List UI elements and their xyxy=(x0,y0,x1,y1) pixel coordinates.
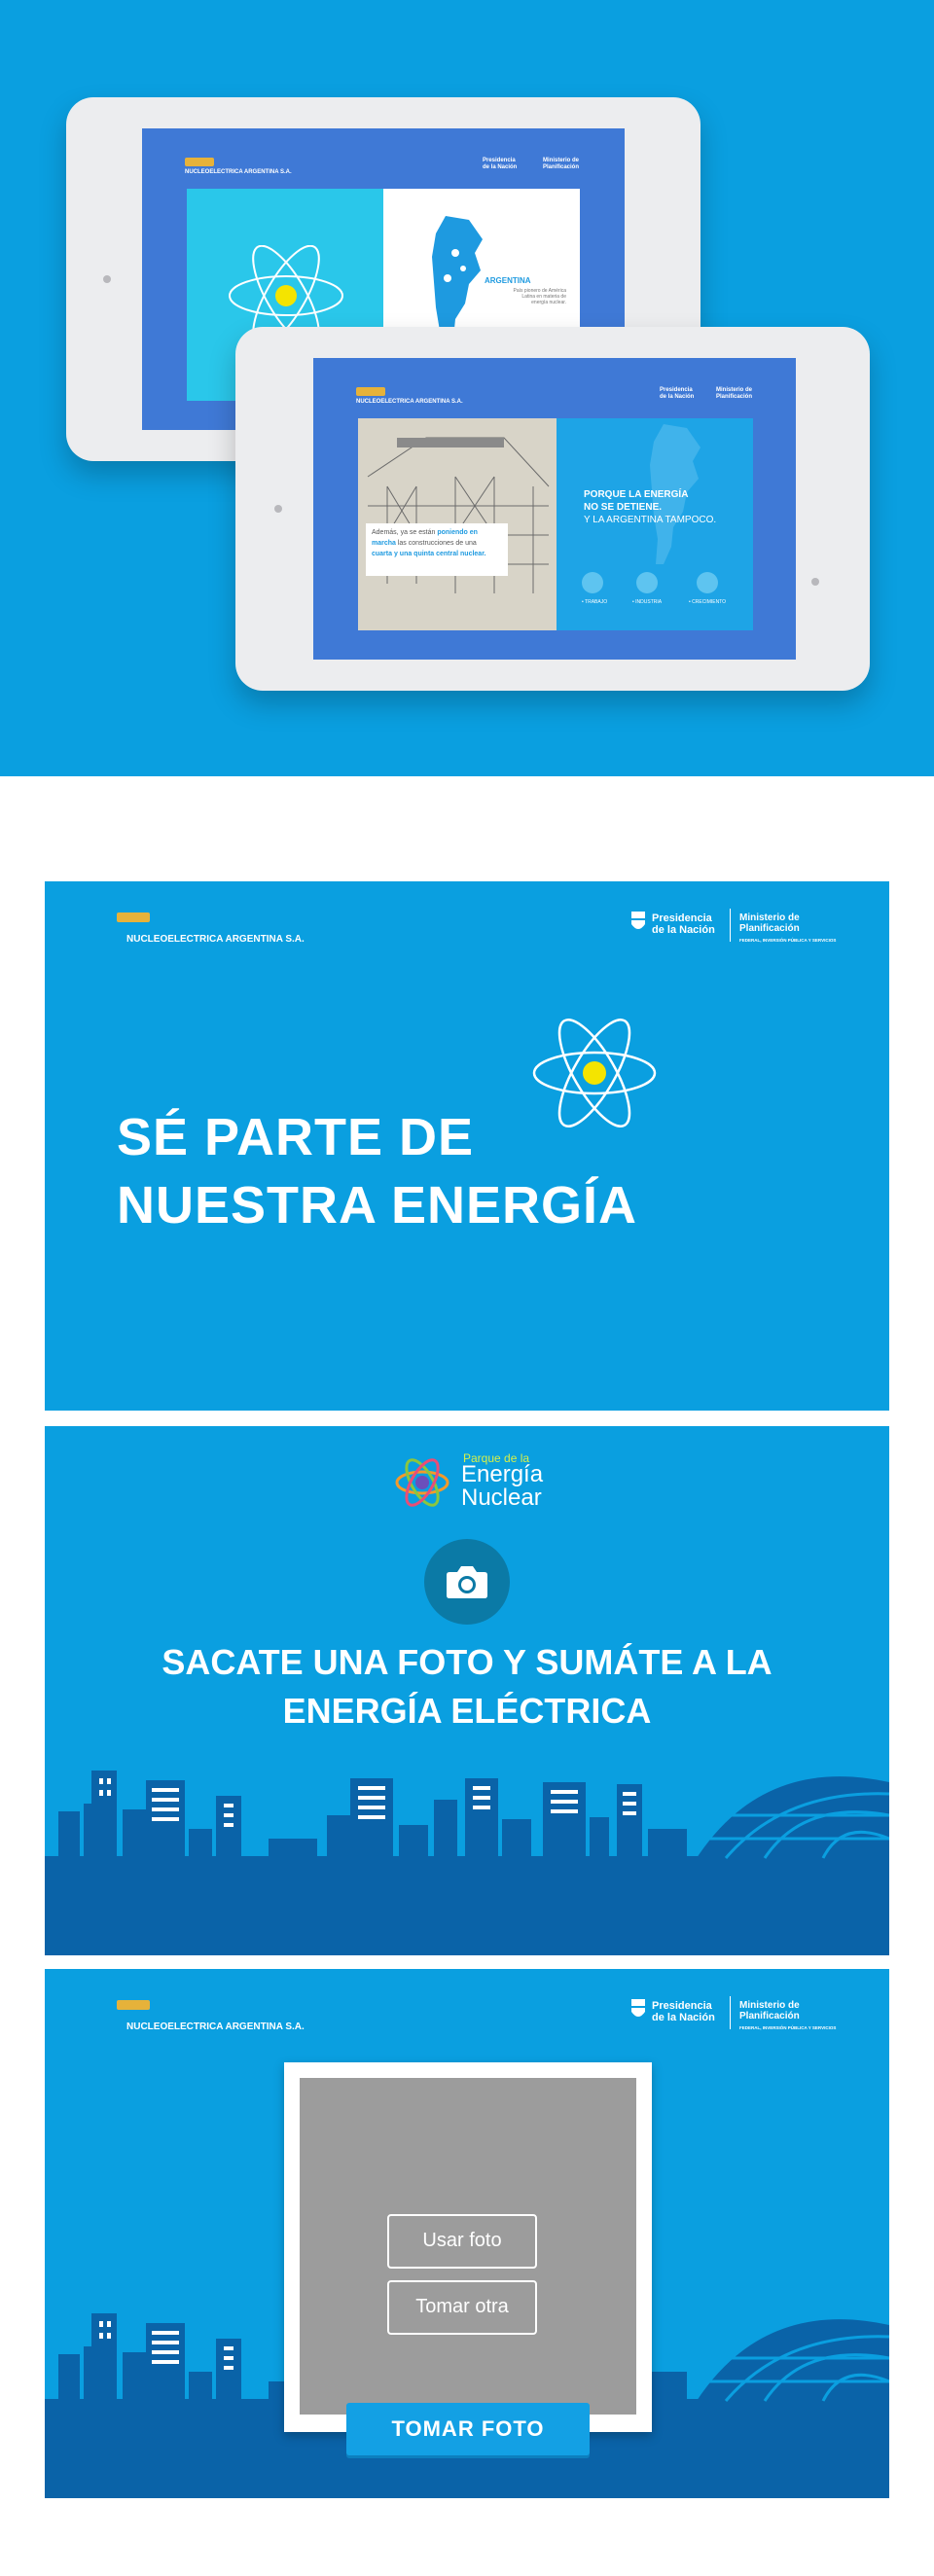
ministry-logo: Ministerio de Planificación FEDERAL, INVER… xyxy=(739,2000,837,2030)
use-photo-button[interactable]: Usar foto xyxy=(387,2214,537,2269)
spread-photo-page: Además, ya se están poniendo en marcha l… xyxy=(358,418,557,630)
company-logo-icon xyxy=(185,158,214,166)
panel-photo-review: NUCLEOELECTRICA ARGENTINA S.A. Presidenc… xyxy=(45,1969,889,2498)
icons-row: • TRABAJO • INDUSTRIA • CRECIMIENTO xyxy=(578,572,753,611)
camera-icon xyxy=(447,1566,487,1598)
camera-button[interactable] xyxy=(424,1539,510,1625)
take-photo-button[interactable]: TOMAR FOTO xyxy=(346,2403,590,2455)
gov-shield-icon xyxy=(631,1999,645,2017)
icon-label-trabajo: • TRABAJO xyxy=(582,599,608,605)
panel-invite: Parque de la Energía Nuclear SACATE UNA F… xyxy=(45,1426,889,1955)
company-name: NUCLEOELECTRICA ARGENTINA S.A. xyxy=(126,2021,305,2032)
city-skyline xyxy=(45,1771,889,1955)
icon-label-crecimiento: • CRECIMIENTO xyxy=(689,599,727,605)
title-line-2: NUESTRA ENERGÍA xyxy=(117,1176,638,1234)
tablet-front-screen: NUCLEOELECTRICA ARGENTINA S.A. Presidenc… xyxy=(313,358,796,660)
panel-intro: NUCLEOELECTRICA ARGENTINA S.A. Presidenc… xyxy=(45,881,889,1411)
ministry-logo: Ministerio de Planificación xyxy=(543,158,580,170)
work-icon xyxy=(582,572,603,593)
retake-button[interactable]: Tomar otra xyxy=(387,2280,537,2335)
icon-label-industria: • INDUSTRIA xyxy=(632,599,663,605)
company-logo-icon xyxy=(117,912,150,922)
gov-logo: Presidencia de la Nación xyxy=(652,912,715,936)
tablet-camera-dot xyxy=(274,505,282,513)
logo-divider xyxy=(730,909,731,942)
gov-logo: Presidencia de la Nación xyxy=(483,158,518,170)
park-logo-icon xyxy=(395,1458,449,1507)
title-line-2: ENERGÍA ELÉCTRICA xyxy=(282,1691,652,1731)
tablet-front: NUCLEOELECTRICA ARGENTINA S.A. Presidenc… xyxy=(235,327,870,691)
spread-text-page: PORQUE LA ENERGÍA NO SE DETIENE. Y LA ARGE… xyxy=(557,418,753,630)
growth-icon xyxy=(697,572,718,593)
title-line-1: SACATE UNA FOTO Y SUMÁTE A LA xyxy=(162,1642,772,1682)
ministry-logo: Ministerio de Planificación FEDERAL, INVER… xyxy=(739,912,837,943)
title-line-1: SÉ PARTE DE xyxy=(117,1108,475,1166)
hero-section: NUCLEOELECTRICA ARGENTINA S.A. Presidenc… xyxy=(0,0,934,776)
tablet-camera-dot xyxy=(103,275,111,283)
atom-icon xyxy=(532,1019,657,1127)
photo-frame: Usar foto Tomar otra xyxy=(284,2062,652,2432)
company-logo-icon xyxy=(356,387,385,396)
company-logo-icon xyxy=(117,2000,150,2010)
tablet-home-dot xyxy=(811,578,819,586)
park-logo-text: Energía Nuclear xyxy=(461,1461,544,1511)
map-caption: País pionero de América Latina en materia… xyxy=(513,288,566,305)
industry-icon xyxy=(636,572,658,593)
company-name: NUCLEOELECTRICA ARGENTINA S.A. xyxy=(356,399,463,405)
logo-divider xyxy=(730,1996,731,2029)
gov-shield-icon xyxy=(631,912,645,929)
ministry-logo: Ministerio de Planificación xyxy=(716,387,753,400)
company-name: NUCLEOELECTRICA ARGENTINA S.A. xyxy=(185,169,292,175)
gov-logo: Presidencia de la Nación xyxy=(652,2000,715,2023)
map-title: ARGENTINA xyxy=(485,276,531,285)
company-name: NUCLEOELECTRICA ARGENTINA S.A. xyxy=(126,934,305,945)
construction-caption: Además, ya se están poniendo en marcha l… xyxy=(366,523,508,576)
gov-logo: Presidencia de la Nación xyxy=(660,387,695,400)
energy-headline: PORQUE LA ENERGÍA NO SE DETIENE. Y LA ARGE… xyxy=(584,489,717,525)
